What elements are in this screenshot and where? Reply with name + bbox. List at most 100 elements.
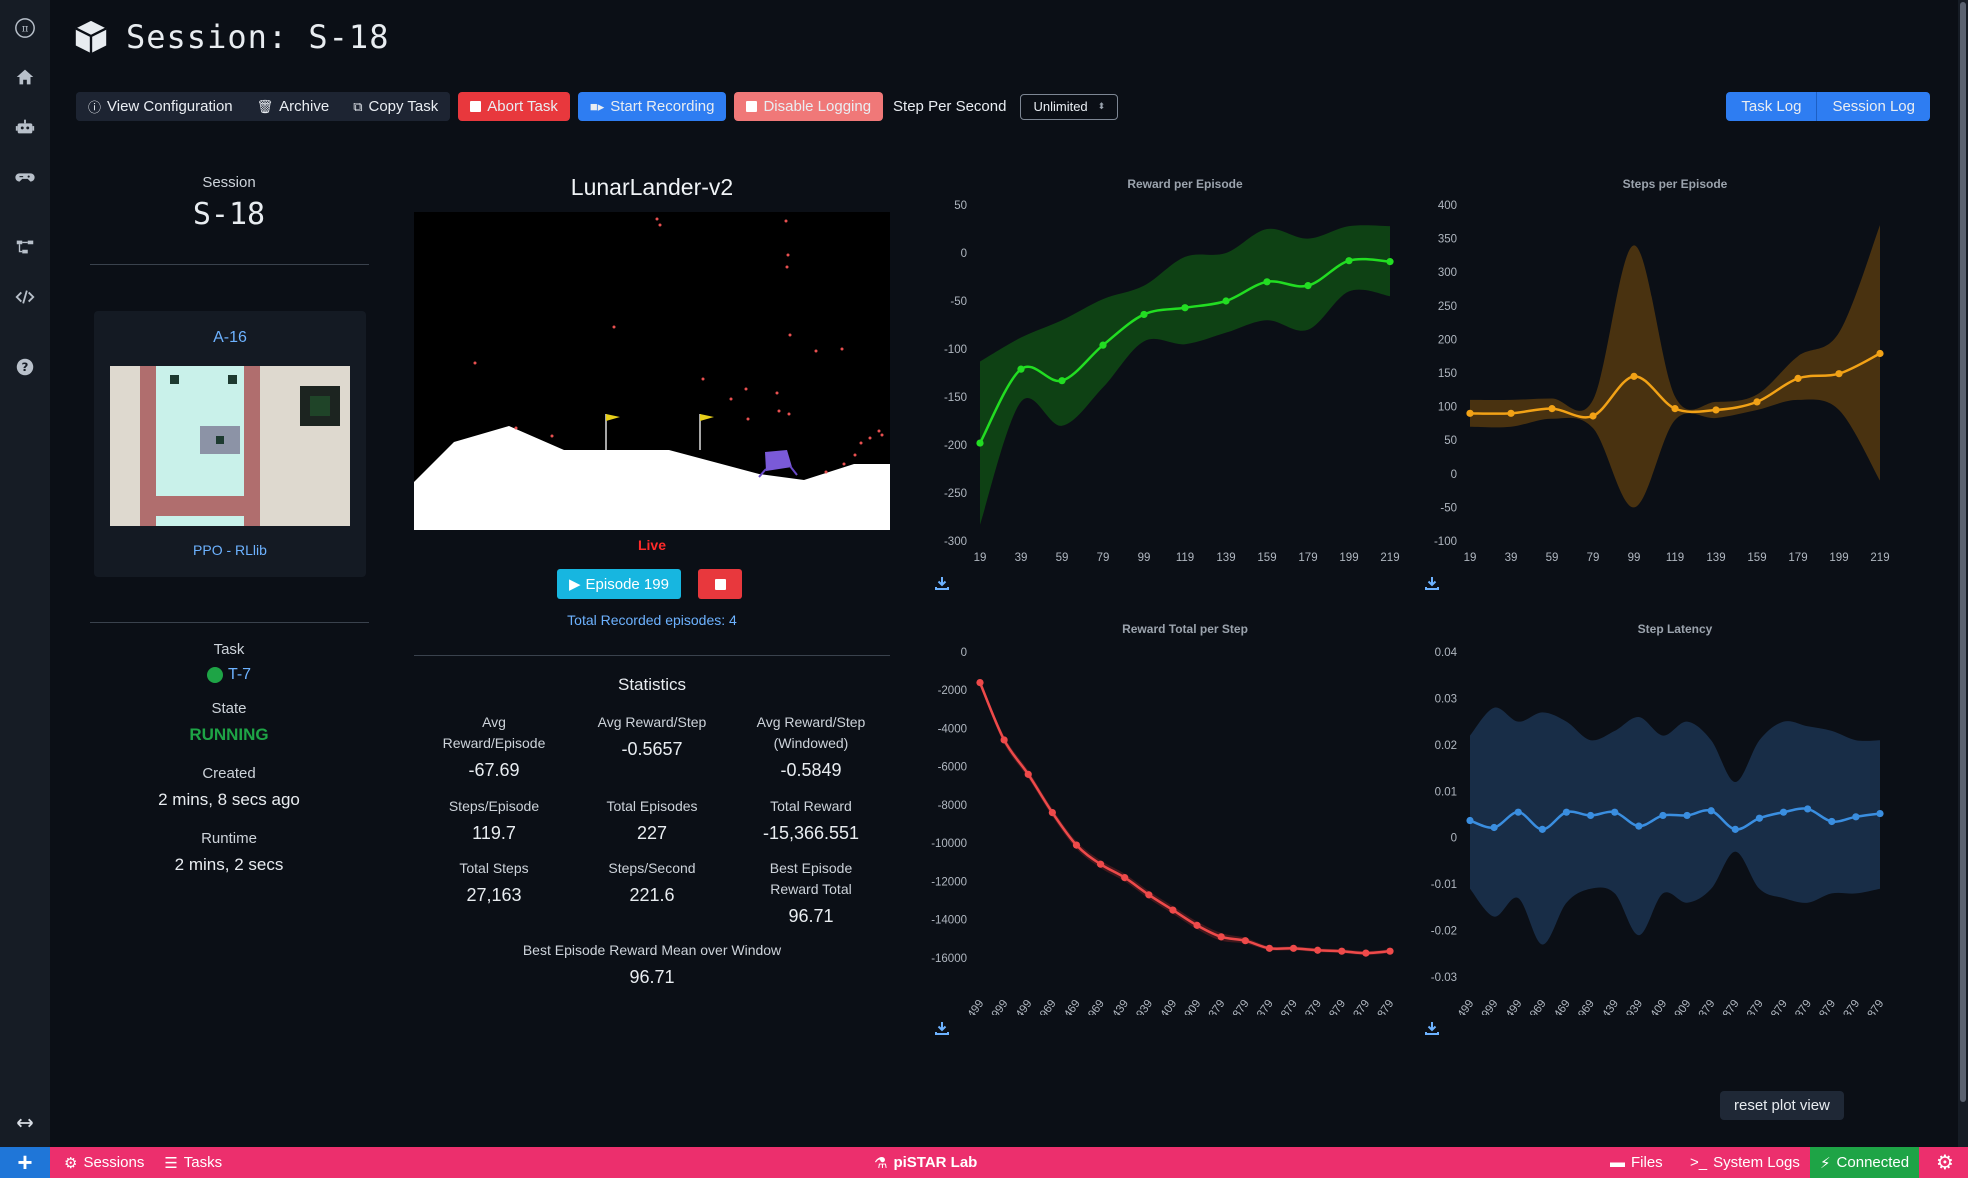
x-tick-label: 14909 [1175, 998, 1203, 1015]
svg-text:π: π [22, 24, 29, 35]
code-icon[interactable] [13, 285, 37, 309]
stat-value: 227 [636, 823, 668, 843]
y-tick-label: -10000 [931, 838, 967, 850]
y-tick-label: 0.04 [1435, 647, 1458, 659]
data-point [1265, 944, 1274, 952]
runtime-label: Runtime [201, 830, 257, 847]
stat-item: Steps/Episode 119.7 [414, 796, 574, 844]
data-point [1659, 811, 1667, 820]
session-label: Session [202, 174, 256, 191]
task-log-button[interactable]: Task Log [1726, 92, 1817, 121]
copy-task-button[interactable]: ⧉ Copy Task [341, 92, 451, 121]
x-tick-label: 199 [1829, 552, 1848, 564]
stat-label: Total Reward [770, 798, 852, 814]
home-icon[interactable] [13, 65, 37, 89]
stat-label: Best Episode Reward Mean over Window [522, 942, 782, 958]
footer-sessions-link[interactable]: ⚙ Sessions [64, 1154, 144, 1172]
data-point [976, 678, 984, 687]
x-tick-label: 99 [1138, 552, 1151, 564]
download-icon[interactable] [935, 576, 949, 590]
episode-play-button[interactable]: ▶ Episode 199 [557, 569, 681, 599]
stat-value: 221.6 [629, 885, 675, 905]
state-label: State [211, 700, 247, 717]
recorded-episodes-text: Total Recorded episodes: 4 [567, 612, 737, 628]
pistar-logo-icon[interactable]: π [13, 16, 37, 40]
gamepad-icon[interactable] [13, 165, 37, 189]
download-icon[interactable] [935, 1021, 949, 1035]
data-point [1548, 405, 1556, 413]
steps-per-second-value: Unlimited [1033, 99, 1088, 114]
footer-system-logs-link[interactable]: >_ System Logs [1690, 1154, 1800, 1171]
x-tick-label: 179 [1788, 552, 1807, 564]
robot-icon[interactable] [13, 115, 37, 139]
add-button[interactable]: + [0, 1147, 50, 1178]
x-tick-label: 10439 [1103, 998, 1131, 1015]
data-point [1466, 816, 1474, 825]
archive-button[interactable]: 🗑 Archive [244, 92, 342, 121]
workflow-icon[interactable] [13, 235, 37, 259]
info-icon: ⓘ [88, 100, 102, 115]
data-point [1794, 374, 1802, 382]
y-tick-label: 0 [1451, 833, 1457, 845]
stat-item: Total Episodes 227 [572, 796, 732, 844]
footer-files-link[interactable]: ▬ Files [1610, 1154, 1663, 1171]
terminal-icon: >_ [1690, 1154, 1708, 1171]
task-id-link[interactable]: T-7 [228, 666, 251, 684]
sessions-label: Sessions [83, 1154, 145, 1171]
y-tick-label: -50 [1440, 502, 1457, 514]
session-log-button[interactable]: Session Log [1816, 92, 1930, 121]
archive-label: Archive [279, 98, 330, 115]
expand-rail-icon[interactable] [13, 1111, 37, 1135]
stat-label: Total Steps [459, 860, 529, 876]
stat-label: Best Episode Reward Total [769, 860, 853, 897]
data-point [1386, 947, 1394, 955]
x-tick-label: 25379 [1834, 998, 1862, 1015]
disable-logging-button[interactable]: Disable Logging [734, 92, 884, 121]
data-point [1804, 805, 1812, 813]
y-tick-label: 150 [1438, 368, 1457, 380]
confidence-band [1470, 225, 1880, 508]
stop-icon [470, 101, 482, 112]
abort-task-button[interactable]: Abort Task [458, 92, 570, 121]
start-recording-button[interactable]: ■▸ Start Recording [577, 92, 727, 121]
settings-gear-icon[interactable]: ⚙ [1922, 1147, 1968, 1178]
x-tick-label: 13409 [1641, 998, 1669, 1015]
data-point [1755, 814, 1764, 822]
scrollbar-thumb[interactable] [1960, 2, 1966, 1102]
y-tick-label: 250 [1438, 301, 1457, 313]
stat-item: Steps/Second 221.6 [572, 858, 732, 906]
stat-item: Total Steps 27,163 [414, 858, 574, 906]
data-point [1072, 841, 1081, 849]
video-camera-icon: ■▸ [589, 98, 605, 114]
stat-label: Total Episodes [606, 798, 698, 814]
page-scrollbar[interactable] [1958, 0, 1968, 1147]
x-tick-label: 25379 [1344, 998, 1372, 1015]
view-configuration-button[interactable]: ⓘ View Configuration [76, 92, 245, 121]
trash-icon: 🗑 [256, 98, 274, 114]
help-icon[interactable]: ? [13, 355, 37, 379]
y-tick-label: -0.03 [1431, 972, 1457, 984]
y-tick-label: 0.01 [1435, 786, 1457, 798]
agent-id-link[interactable]: A-16 [94, 329, 366, 347]
stat-value: 96.71 [788, 906, 834, 926]
data-point [1507, 409, 1515, 417]
sessions-icon: ⚙ [64, 1154, 78, 1172]
data-point [1263, 278, 1271, 286]
x-tick-label: 22379 [1296, 998, 1324, 1015]
footer-brand[interactable]: ⚗ piSTAR Lab [874, 1154, 977, 1172]
data-point [1611, 808, 1619, 816]
stop-icon [714, 578, 726, 590]
agent-type-link[interactable]: PPO - RLlib [94, 542, 366, 558]
agent-card[interactable]: A-16 PPO - RLlib [94, 311, 366, 577]
reset-plot-view-button[interactable]: reset plot view [1720, 1091, 1844, 1120]
x-tick-label: 7469 [1548, 998, 1573, 1015]
stop-recording-button[interactable] [698, 569, 742, 599]
stat-value: 96.71 [629, 967, 675, 987]
download-icon[interactable] [1425, 1021, 1439, 1035]
x-tick-label: 16379 [1199, 998, 1227, 1015]
steps-per-second-select[interactable]: Unlimited ⬍ [1020, 93, 1119, 120]
x-tick-label: 16379 [1689, 998, 1717, 1015]
data-point [1058, 377, 1066, 385]
footer-tasks-link[interactable]: ☰ Tasks [164, 1154, 222, 1172]
download-icon[interactable] [1425, 576, 1439, 590]
